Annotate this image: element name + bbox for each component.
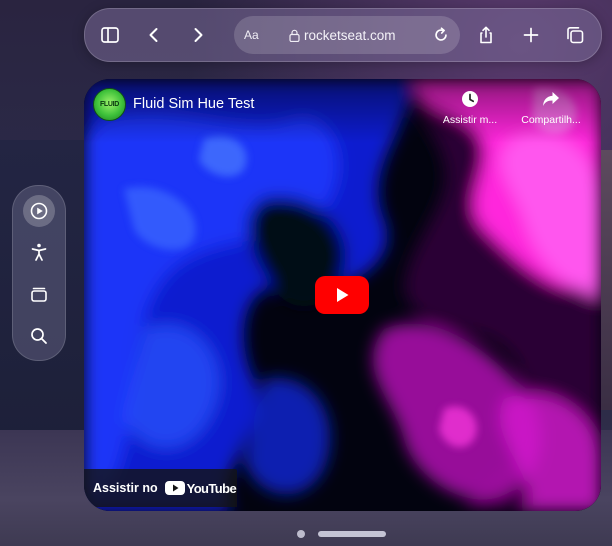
lock-icon (289, 29, 300, 42)
sidebar-toggle-button[interactable] (94, 19, 126, 51)
back-icon (149, 28, 158, 42)
play-button[interactable] (315, 276, 369, 314)
youtube-video-player[interactable]: FLUID Fluid Sim Hue Test Assistir m... C… (84, 79, 601, 511)
share-button[interactable] (470, 19, 502, 51)
tabs-icon (567, 27, 584, 44)
address-bar[interactable]: Aa rocketseat.com (234, 16, 460, 54)
share-arrow-icon (543, 92, 559, 106)
media-play-button[interactable] (23, 195, 55, 227)
url-display[interactable]: rocketseat.com (289, 16, 396, 54)
channel-avatar[interactable]: FLUID (93, 88, 126, 121)
channel-avatar-text: FLUID (99, 101, 120, 108)
youtube-logo: YouTube (164, 480, 237, 496)
window-move-handle[interactable] (318, 531, 386, 537)
clock-icon (462, 91, 478, 107)
reload-icon (435, 27, 447, 41)
share-label: Compartilh... (521, 114, 581, 126)
accessibility-button[interactable] (23, 236, 55, 268)
watch-later-button[interactable]: Assistir m... (430, 89, 510, 126)
youtube-logo-text: YouTube (186, 480, 237, 496)
reader-options-button[interactable]: Aa (244, 16, 259, 54)
reload-button[interactable] (430, 24, 452, 46)
youtube-play-logo-icon (164, 481, 185, 495)
watch-on-youtube-button[interactable]: Assistir no YouTube (84, 469, 237, 507)
watch-on-label: Assistir no (93, 481, 158, 495)
window-control-dot[interactable] (297, 530, 305, 538)
tab-overview-icon (31, 287, 47, 302)
sidebar-icon (101, 27, 119, 43)
forward-button[interactable] (182, 19, 214, 51)
tab-overview-button[interactable] (23, 278, 55, 310)
back-button[interactable] (138, 19, 170, 51)
video-title[interactable]: Fluid Sim Hue Test (133, 96, 254, 112)
share-icon (480, 26, 492, 44)
media-play-icon (30, 202, 48, 220)
search-button[interactable] (23, 320, 55, 352)
forward-icon (194, 28, 203, 42)
url-text: rocketseat.com (304, 27, 396, 43)
play-icon (337, 288, 349, 302)
accessibility-icon (31, 243, 47, 261)
side-control-panel (12, 185, 66, 361)
tabs-overview-button[interactable] (559, 19, 591, 51)
search-icon (31, 328, 47, 344)
share-video-button[interactable]: Compartilh... (511, 89, 591, 126)
browser-toolbar: Aa rocketseat.com (84, 8, 602, 62)
new-tab-icon (523, 27, 539, 43)
new-tab-button[interactable] (515, 19, 547, 51)
watch-later-label: Assistir m... (442, 114, 498, 126)
aa-label: Aa (244, 28, 259, 42)
